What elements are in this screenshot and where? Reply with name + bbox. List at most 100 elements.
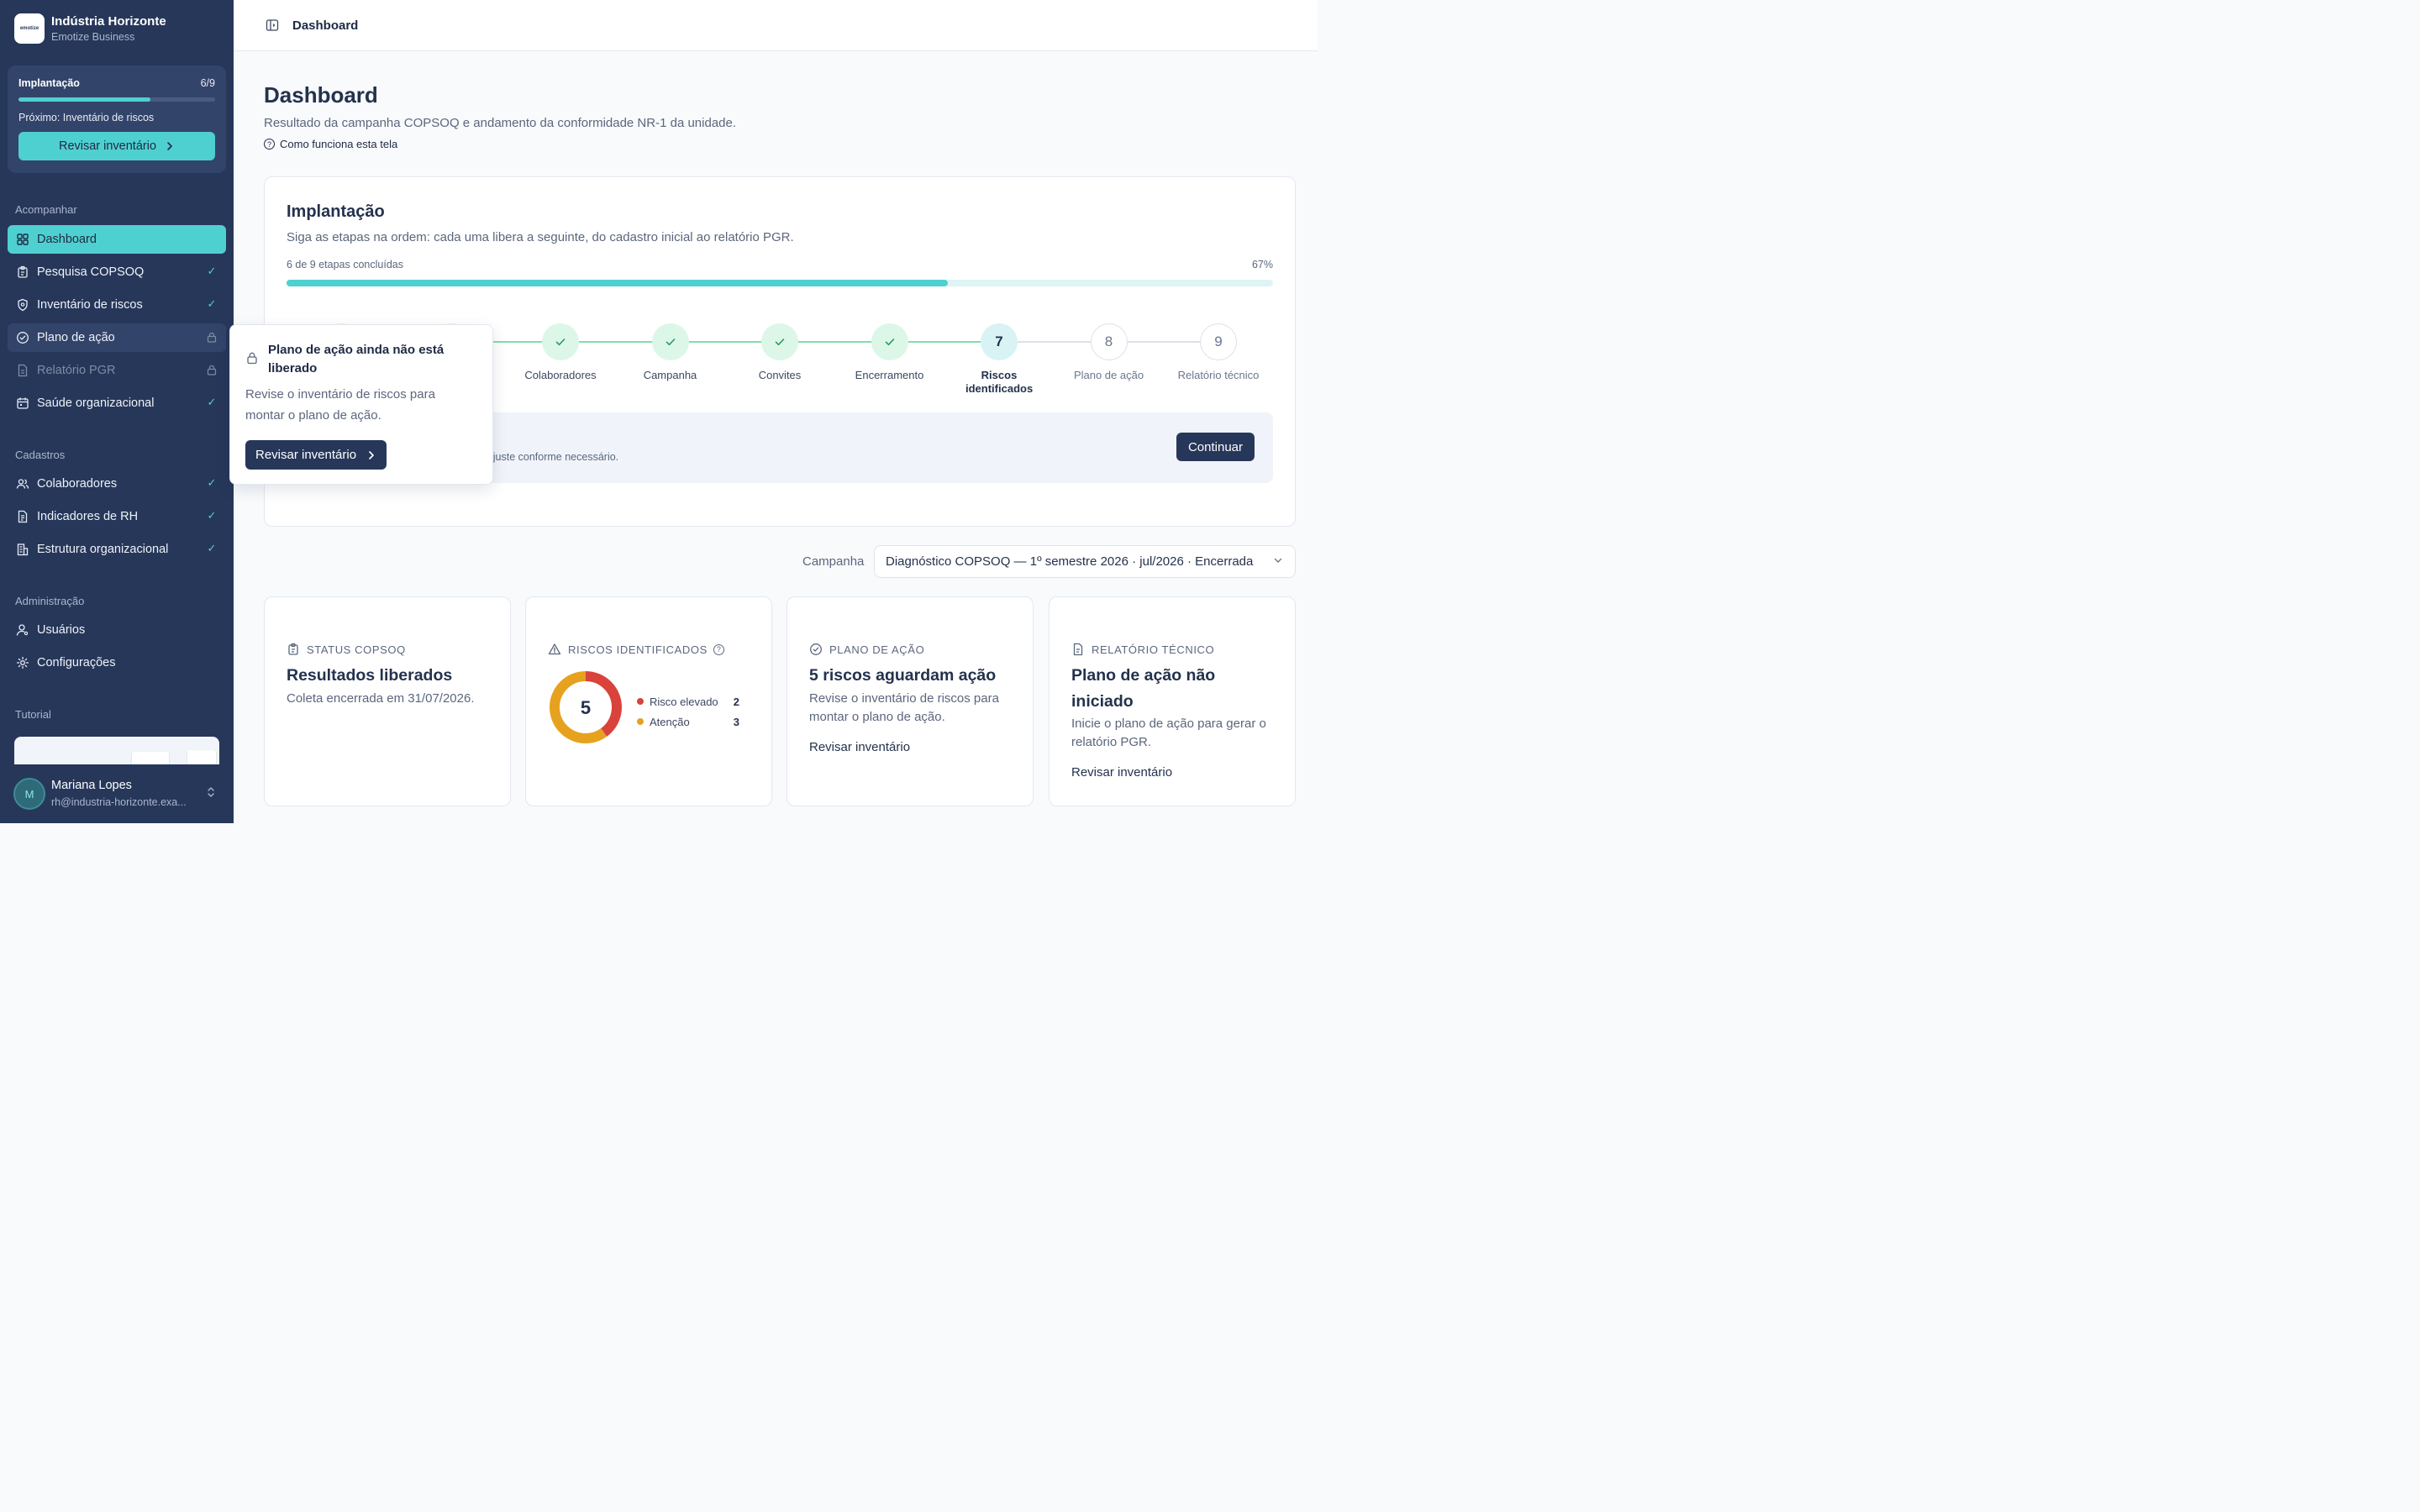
sidebar-item-org-health[interactable]: Saúde organizacional ✓ bbox=[8, 389, 226, 417]
brand-logo: emotize bbox=[14, 13, 45, 44]
card-identified-risks: RISCOS IDENTIFICADOS ? 5 Risco elevado 2 A… bbox=[525, 596, 772, 806]
card-body: Revise o inventário de riscos para monta… bbox=[809, 691, 999, 724]
review-inventory-link[interactable]: Revisar inventário bbox=[809, 740, 910, 754]
card-title: Plano de ação não iniciado bbox=[1071, 666, 1216, 711]
check-icon: ✓ bbox=[207, 542, 217, 554]
popover-button-label: Revisar inventário bbox=[255, 448, 357, 462]
question-icon[interactable]: ? bbox=[713, 643, 724, 655]
step-label: Plano de ação bbox=[1073, 369, 1144, 381]
check-icon: ✓ bbox=[207, 265, 217, 277]
legend-swatch bbox=[637, 698, 644, 705]
building-icon bbox=[16, 543, 29, 556]
step-label: Colaboradores bbox=[524, 369, 597, 381]
sidebar-item-label: Inventário de riscos bbox=[37, 298, 143, 312]
lock-icon bbox=[206, 364, 218, 375]
legend-value: 3 bbox=[733, 715, 739, 728]
step-6[interactable]: Encerramento bbox=[835, 323, 944, 382]
section-registers: Cadastros bbox=[15, 449, 66, 461]
sidebar-item-label: Configurações bbox=[37, 656, 116, 669]
shield-icon bbox=[16, 298, 29, 312]
user-email: rh@industria-horizonte.exa... bbox=[51, 796, 187, 808]
step-7[interactable]: 7 Riscos identificados bbox=[944, 323, 1054, 396]
popover-title: Plano de ação ainda não está liberado bbox=[268, 343, 445, 375]
user-name: Mariana Lopes bbox=[51, 779, 132, 792]
help-link[interactable]: ? Como funciona esta tela bbox=[264, 138, 397, 150]
step-label: Riscos identificados bbox=[965, 369, 1034, 395]
implementation-mini-title: Implantação bbox=[18, 77, 80, 89]
sidebar-item-org-structure[interactable]: Estrutura organizacional ✓ bbox=[8, 535, 226, 564]
page-title: Dashboard bbox=[264, 82, 378, 108]
review-inventory-label: Revisar inventário bbox=[58, 139, 157, 153]
step-3[interactable]: Colaboradores bbox=[506, 323, 615, 382]
brand-logo-text: emotize bbox=[19, 26, 39, 31]
brand[interactable]: emotize Indústria Horizonte Emotize Busi… bbox=[14, 13, 166, 44]
step-9[interactable]: 9 Relatório técnico bbox=[1164, 323, 1273, 382]
card-heading: RELATÓRIO TÉCNICO bbox=[1092, 643, 1215, 656]
check-icon bbox=[542, 323, 579, 360]
card-heading: RISCOS IDENTIFICADOS bbox=[568, 643, 708, 656]
step-label: Campanha bbox=[643, 369, 697, 381]
check-circle-icon bbox=[16, 331, 29, 344]
check-icon: ✓ bbox=[207, 509, 217, 522]
lock-icon bbox=[206, 331, 218, 343]
sidebar-item-hr-indicators[interactable]: Indicadores de RH ✓ bbox=[8, 502, 226, 531]
chevron-down-icon bbox=[1274, 558, 1282, 563]
check-icon: ✓ bbox=[207, 396, 217, 408]
card-action-plan: PLANO DE AÇÃO 5 riscos aguardam ação Rev… bbox=[786, 596, 1034, 806]
sidebar-item-risk-inventory[interactable]: Inventário de riscos ✓ bbox=[8, 291, 226, 319]
sidebar-item-label: Saúde organizacional bbox=[37, 396, 155, 410]
review-inventory-link[interactable]: Revisar inventário bbox=[1071, 765, 1172, 780]
sidebar-item-label: Estrutura organizacional bbox=[37, 543, 169, 556]
continue-button[interactable]: Continuar bbox=[1176, 433, 1255, 461]
implementation-mini-next: Próximo: Inventário de riscos bbox=[18, 112, 155, 123]
step-5[interactable]: Convites bbox=[725, 323, 834, 382]
sidebar-item-settings[interactable]: Configurações bbox=[8, 648, 226, 677]
implementation-title: Implantação bbox=[287, 202, 385, 221]
step-4[interactable]: Campanha bbox=[616, 323, 725, 382]
sidebar-item-pgr-report[interactable]: Relatório PGR bbox=[8, 356, 226, 385]
help-link-label: Como funciona esta tela bbox=[280, 138, 398, 150]
sidebar-item-employees[interactable]: Colaboradores ✓ bbox=[8, 470, 226, 498]
step-label: Relatório técnico bbox=[1177, 369, 1260, 381]
risk-donut-chart: 5 bbox=[550, 671, 622, 743]
sidebar-toggle-icon[interactable] bbox=[266, 18, 279, 32]
chevron-right-icon bbox=[369, 450, 374, 459]
legend-row: Atenção 3 bbox=[637, 711, 739, 732]
step-8[interactable]: 8 Plano de ação bbox=[1055, 323, 1164, 382]
sidebar-item-dashboard[interactable]: Dashboard bbox=[8, 225, 226, 254]
check-icon bbox=[651, 323, 689, 360]
document-icon bbox=[1073, 643, 1083, 656]
topbar: Dashboard bbox=[234, 0, 1318, 51]
gear-icon bbox=[16, 656, 29, 669]
check-icon: ✓ bbox=[207, 476, 217, 489]
brand-name: Indústria Horizonte bbox=[51, 14, 166, 29]
step-number: 8 bbox=[1090, 323, 1128, 360]
sidebar-item-users[interactable]: Usuários bbox=[8, 616, 226, 644]
clipboard-icon bbox=[288, 643, 298, 655]
user-icon bbox=[16, 623, 29, 637]
review-inventory-button[interactable]: Revisar inventário bbox=[18, 132, 215, 160]
tutorial-thumbnail[interactable] bbox=[14, 737, 219, 765]
brand-subtitle: Emotize Business bbox=[51, 31, 135, 43]
popover-review-inventory-button[interactable]: Revisar inventário bbox=[245, 440, 387, 470]
card-title: 5 riscos aguardam ação bbox=[809, 666, 997, 685]
check-icon: ✓ bbox=[207, 297, 217, 310]
implementation-mini-card: Implantação 6/9 Próximo: Inventário de r… bbox=[8, 66, 226, 173]
check-icon bbox=[761, 323, 798, 360]
sidebar-item-action-plan[interactable]: Plano de ação bbox=[8, 323, 226, 352]
lock-icon bbox=[247, 352, 257, 365]
step-number: 9 bbox=[1200, 323, 1237, 360]
implementation-description: Siga as etapas na ordem: cada uma libera… bbox=[287, 230, 794, 244]
sidebar-item-label: Colaboradores bbox=[37, 477, 118, 491]
card-technical-report: RELATÓRIO TÉCNICO Plano de ação não inic… bbox=[1049, 596, 1296, 806]
sidebar-item-label: Plano de ação bbox=[37, 331, 115, 344]
implementation-mini-count: 6/9 bbox=[200, 77, 215, 89]
sidebar-item-label: Indicadores de RH bbox=[37, 510, 139, 523]
chevron-up-down-icon bbox=[208, 787, 214, 797]
legend-label: Risco elevado bbox=[650, 695, 718, 708]
campaign-select[interactable]: Diagnóstico COPSOQ — 1º semestre 2026 · … bbox=[874, 545, 1296, 578]
sidebar-item-copsoq[interactable]: Pesquisa COPSOQ ✓ bbox=[8, 258, 226, 286]
user-menu[interactable]: M Mariana Lopes rh@industria-horizonte.e… bbox=[0, 764, 234, 823]
section-follow: Acompanhar bbox=[15, 203, 77, 216]
legend-row: Risco elevado 2 bbox=[637, 691, 739, 711]
